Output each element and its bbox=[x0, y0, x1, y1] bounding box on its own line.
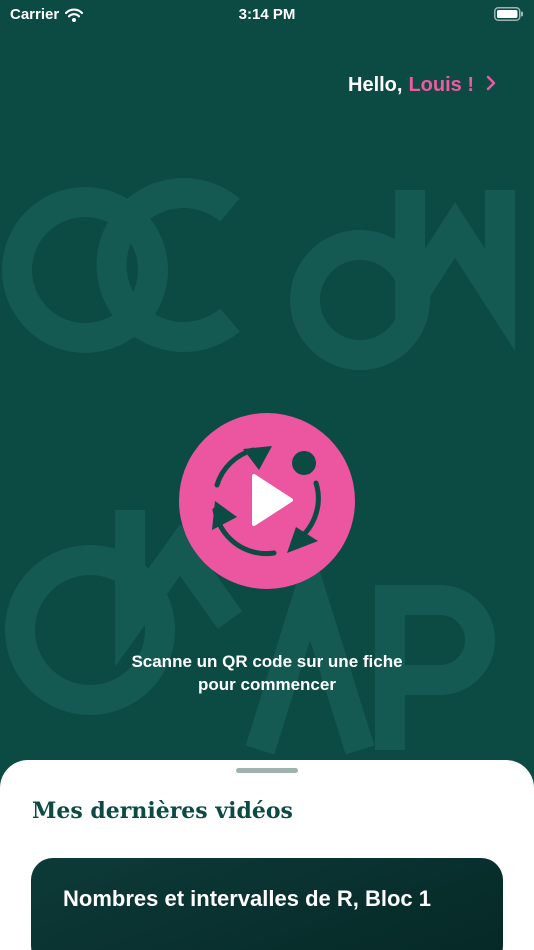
instruction-line-2: pour commencer bbox=[198, 675, 336, 694]
chevron-right-icon bbox=[486, 74, 496, 97]
profile-greeting-link[interactable]: Hello, Louis ! bbox=[348, 74, 496, 97]
status-time: 3:14 PM bbox=[238, 6, 296, 23]
battery-icon bbox=[494, 7, 523, 21]
recent-videos-title: Mes dernières vidéos bbox=[32, 798, 293, 824]
scan-qr-play-button[interactable] bbox=[179, 413, 355, 589]
scan-instruction: Scanne un QR code sur une fiche pour com… bbox=[0, 650, 534, 696]
user-name: Louis ! bbox=[408, 74, 474, 96]
greeting-text: Hello, bbox=[348, 74, 403, 96]
instruction-line-1: Scanne un QR code sur une fiche bbox=[131, 652, 403, 671]
video-card[interactable]: Nombres et intervalles de R, Bloc 1 bbox=[31, 858, 503, 950]
recent-videos-sheet[interactable]: Mes dernières vidéos Nombres et interval… bbox=[0, 760, 534, 950]
sheet-drag-handle[interactable] bbox=[236, 768, 298, 773]
scan-play-icon bbox=[212, 446, 321, 557]
status-bar: Carrier 3:14 PM bbox=[0, 0, 534, 30]
video-card-title: Nombres et intervalles de R, Bloc 1 bbox=[63, 886, 432, 911]
